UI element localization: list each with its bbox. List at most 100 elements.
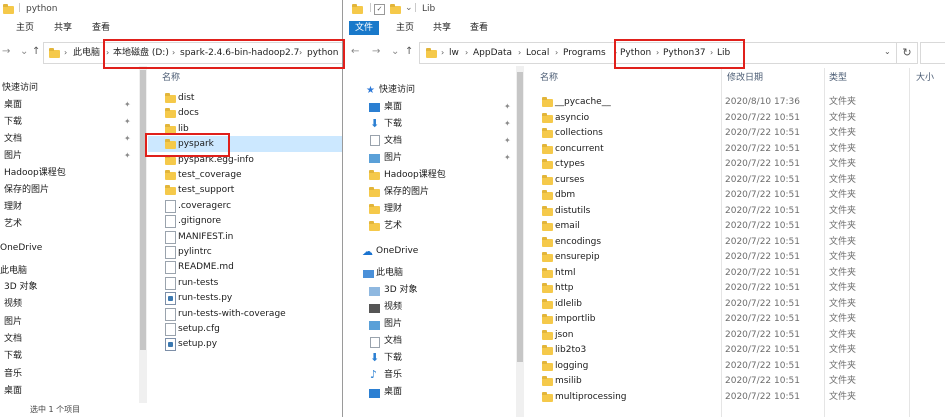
nav-item-finance[interactable]: 理财 bbox=[384, 203, 402, 215]
breadcrumb-lw[interactable]: lw bbox=[449, 47, 459, 59]
scrollbar-thumb[interactable] bbox=[140, 70, 146, 350]
chevron-down-icon[interactable]: ⌄ bbox=[20, 46, 28, 58]
properties-check-icon[interactable]: ✓ bbox=[374, 4, 385, 15]
refresh-button[interactable]: ↻ bbox=[896, 42, 918, 64]
back-arrow-icon[interactable]: ← bbox=[351, 46, 359, 58]
nav-item-hadoop[interactable]: Hadoop课程包 bbox=[4, 167, 66, 179]
nav-pc-downloads[interactable]: 下载 bbox=[384, 352, 402, 364]
nav-pc-3d-objects[interactable]: 3D 对象 bbox=[4, 281, 38, 293]
nav-pc-downloads[interactable]: 下载 bbox=[4, 350, 22, 362]
file-row[interactable]: MANIFEST.in bbox=[148, 229, 342, 245]
nav-pc-videos[interactable]: 视频 bbox=[384, 301, 402, 313]
quick-access-dropdown-icon[interactable]: ⌄ bbox=[405, 3, 413, 13]
forward-arrow-icon[interactable]: → bbox=[2, 46, 10, 58]
file-row[interactable]: importlib 2020/7/22 10:51 文件夹 bbox=[525, 311, 945, 327]
file-row[interactable]: README.md bbox=[148, 259, 342, 275]
file-row[interactable]: test_coverage bbox=[148, 167, 342, 183]
nav-item-saved-pictures[interactable]: 保存的图片 bbox=[384, 186, 429, 198]
right-nav-scrollbar[interactable] bbox=[516, 66, 524, 417]
nav-pc-desktop[interactable]: 桌面 bbox=[4, 385, 22, 397]
breadcrumb-local[interactable]: Local bbox=[526, 47, 549, 59]
column-header-size[interactable]: 大小 bbox=[916, 72, 934, 84]
tab-file[interactable]: 文件 bbox=[349, 21, 380, 35]
nav-item-pictures[interactable]: 图片 bbox=[384, 152, 402, 164]
nav-item-downloads[interactable]: 下载 bbox=[4, 116, 22, 128]
up-arrow-icon[interactable]: ↑ bbox=[32, 46, 40, 58]
file-row[interactable]: msilib 2020/7/22 10:51 文件夹 bbox=[525, 373, 945, 389]
nav-item-desktop[interactable]: 桌面 bbox=[384, 101, 402, 113]
file-row[interactable]: ctypes 2020/7/22 10:51 文件夹 bbox=[525, 156, 945, 172]
file-row[interactable]: asyncio 2020/7/22 10:51 文件夹 bbox=[525, 110, 945, 126]
file-row[interactable]: dist bbox=[148, 90, 342, 106]
file-row[interactable]: lib2to3 2020/7/22 10:51 文件夹 bbox=[525, 342, 945, 358]
nav-pc-pictures[interactable]: 图片 bbox=[384, 318, 402, 330]
file-row[interactable]: ensurepip 2020/7/22 10:51 文件夹 bbox=[525, 249, 945, 265]
nav-pc-videos[interactable]: 视频 bbox=[4, 298, 22, 310]
nav-item-downloads[interactable]: 下载 bbox=[384, 118, 402, 130]
file-row[interactable]: setup.cfg bbox=[148, 321, 342, 337]
file-row[interactable]: __pycache__ 2020/8/10 17:36 文件夹 bbox=[525, 94, 945, 110]
file-row[interactable]: curses 2020/7/22 10:51 文件夹 bbox=[525, 172, 945, 188]
file-row[interactable]: docs bbox=[148, 105, 342, 121]
nav-pc-music[interactable]: 音乐 bbox=[384, 369, 402, 381]
tab-home[interactable]: 主页 bbox=[10, 21, 40, 35]
scrollbar-thumb[interactable] bbox=[517, 72, 523, 362]
file-row[interactable]: json 2020/7/22 10:51 文件夹 bbox=[525, 327, 945, 343]
file-row[interactable]: dbm 2020/7/22 10:51 文件夹 bbox=[525, 187, 945, 203]
nav-this-pc[interactable]: 此电脑 bbox=[0, 265, 27, 277]
nav-item-hadoop[interactable]: Hadoop课程包 bbox=[384, 169, 446, 181]
file-row[interactable]: distutils 2020/7/22 10:51 文件夹 bbox=[525, 203, 945, 219]
nav-quick-access[interactable]: 快速访问 bbox=[379, 84, 415, 96]
nav-item-pictures[interactable]: 图片 bbox=[4, 150, 22, 162]
nav-item-art[interactable]: 艺术 bbox=[384, 220, 402, 232]
nav-pc-3d-objects[interactable]: 3D 对象 bbox=[384, 284, 418, 296]
nav-item-desktop[interactable]: 桌面 bbox=[4, 99, 22, 111]
left-nav-scrollbar[interactable] bbox=[139, 66, 147, 403]
file-row[interactable]: idlelib 2020/7/22 10:51 文件夹 bbox=[525, 296, 945, 312]
nav-quick-access[interactable]: 快速访问 bbox=[2, 82, 38, 94]
breadcrumb-appdata[interactable]: AppData bbox=[473, 47, 512, 59]
file-row[interactable]: http 2020/7/22 10:51 文件夹 bbox=[525, 280, 945, 296]
new-folder-icon[interactable] bbox=[390, 4, 401, 14]
tab-share[interactable]: 共享 bbox=[427, 21, 457, 35]
nav-onedrive[interactable]: OneDrive bbox=[0, 242, 42, 254]
column-header-type[interactable]: 类型 bbox=[829, 72, 847, 84]
chevron-down-icon[interactable]: ⌄ bbox=[391, 46, 399, 58]
nav-pc-music[interactable]: 音乐 bbox=[4, 368, 22, 380]
tab-view[interactable]: 查看 bbox=[464, 21, 494, 35]
nav-onedrive[interactable]: OneDrive bbox=[376, 245, 418, 257]
tab-home[interactable]: 主页 bbox=[390, 21, 420, 35]
nav-item-art[interactable]: 艺术 bbox=[4, 218, 22, 230]
address-dropdown-icon[interactable]: ⌄ bbox=[884, 47, 891, 56]
file-row[interactable]: pylintrc bbox=[148, 244, 342, 260]
nav-item-documents[interactable]: 文档 bbox=[4, 133, 22, 145]
breadcrumb-programs[interactable]: Programs bbox=[563, 47, 606, 59]
up-arrow-icon[interactable]: ↑ bbox=[405, 46, 413, 58]
breadcrumb-this-pc[interactable]: 此电脑 bbox=[73, 47, 100, 59]
nav-pc-desktop[interactable]: 桌面 bbox=[384, 386, 402, 398]
file-row[interactable]: concurrent 2020/7/22 10:51 文件夹 bbox=[525, 141, 945, 157]
column-header-name[interactable]: 名称 bbox=[540, 72, 558, 84]
forward-arrow-icon[interactable]: → bbox=[372, 46, 380, 58]
column-header-name[interactable]: 名称 bbox=[162, 72, 180, 84]
file-row[interactable]: collections 2020/7/22 10:51 文件夹 bbox=[525, 125, 945, 141]
column-header-date[interactable]: 修改日期 bbox=[727, 72, 763, 84]
nav-item-finance[interactable]: 理财 bbox=[4, 201, 22, 213]
file-row[interactable]: multiprocessing 2020/7/22 10:51 文件夹 bbox=[525, 389, 945, 405]
nav-item-saved-pictures[interactable]: 保存的图片 bbox=[4, 184, 49, 196]
file-row[interactable]: setup.py bbox=[148, 336, 342, 352]
search-input[interactable] bbox=[920, 42, 945, 64]
nav-item-documents[interactable]: 文档 bbox=[384, 135, 402, 147]
file-row[interactable]: html 2020/7/22 10:51 文件夹 bbox=[525, 265, 945, 281]
file-row[interactable]: email 2020/7/22 10:51 文件夹 bbox=[525, 218, 945, 234]
file-row[interactable]: run-tests bbox=[148, 275, 342, 291]
nav-pc-documents[interactable]: 文档 bbox=[384, 335, 402, 347]
file-row[interactable]: encodings 2020/7/22 10:51 文件夹 bbox=[525, 234, 945, 250]
file-row[interactable]: logging 2020/7/22 10:51 文件夹 bbox=[525, 358, 945, 374]
file-row[interactable]: .coveragerc bbox=[148, 198, 342, 214]
file-row[interactable]: run-tests-with-coverage bbox=[148, 306, 342, 322]
nav-pc-documents[interactable]: 文档 bbox=[4, 333, 22, 345]
nav-pc-pictures[interactable]: 图片 bbox=[4, 316, 22, 328]
file-row[interactable]: test_support bbox=[148, 182, 342, 198]
tab-view[interactable]: 查看 bbox=[86, 21, 116, 35]
